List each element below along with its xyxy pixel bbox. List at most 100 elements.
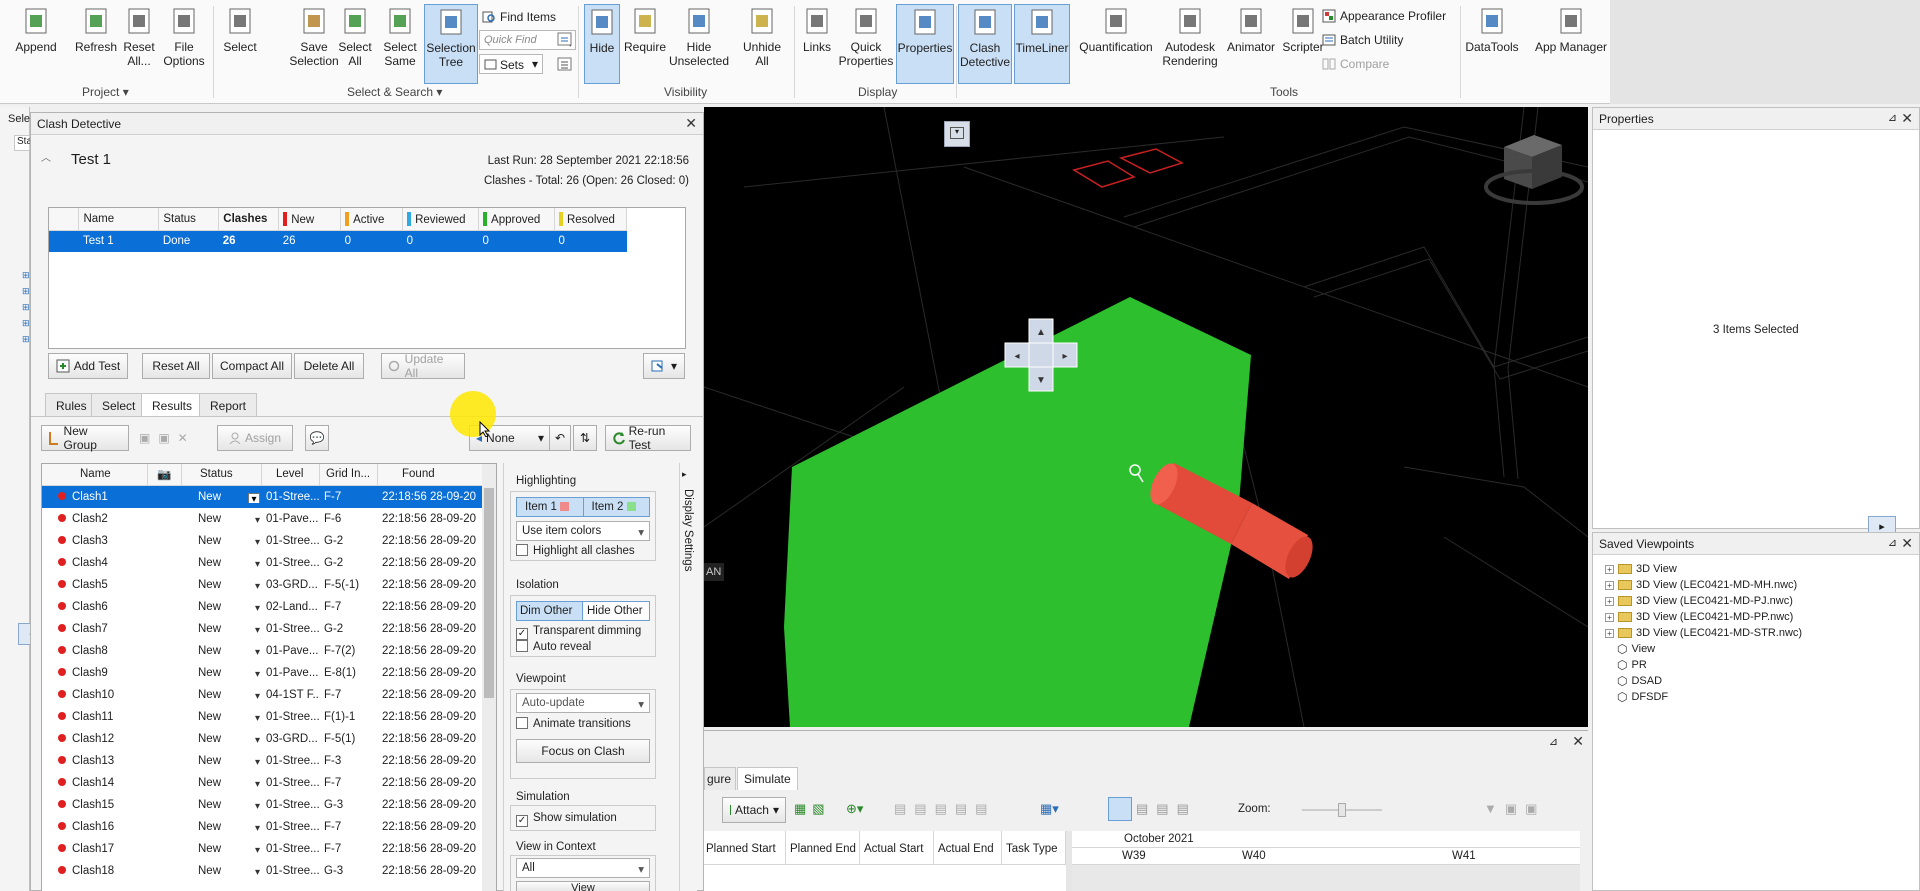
status-dropdown-icon[interactable]: ▾ — [255, 515, 260, 525]
quick-properties-button[interactable]: Quick Properties — [838, 4, 894, 84]
table-row[interactable]: Clash12 New ▾ 03-GRD... F-5(1) 22:18:56 28-09… — [42, 728, 496, 750]
collapse-icon[interactable]: ▸ — [682, 469, 687, 480]
zoom-slider-thumb[interactable] — [1338, 803, 1346, 817]
test-row-selector[interactable] — [49, 230, 79, 252]
results-scrollbar-thumb[interactable] — [484, 488, 494, 698]
expand-icon[interactable]: + — [1605, 612, 1614, 622]
status-dropdown-icon[interactable]: ▾ — [255, 581, 260, 591]
properties-button[interactable]: Properties — [896, 4, 954, 84]
tests-col-status[interactable]: Status — [158, 208, 220, 231]
viewpoint-item[interactable]: +3D View (LEC0421-MD-PP.nwc) — [1605, 609, 1802, 625]
hide-unselected-button[interactable]: Hide Unselected — [668, 4, 730, 84]
result-cell-status[interactable]: New ▾ — [182, 689, 262, 701]
result-cell-status[interactable]: New ▾ — [182, 755, 262, 767]
appearance-profiler-button[interactable]: Appearance Profiler — [1322, 9, 1446, 23]
col-task-type[interactable]: Task Type — [1002, 831, 1066, 865]
timeliner-button[interactable]: TimeLiner — [1014, 4, 1070, 84]
file-options-button[interactable]: File Options — [162, 4, 206, 84]
hierarchy-tools-icons[interactable]: ▤▤▤▤▤ — [894, 801, 995, 817]
item1-toggle[interactable]: Item 1 — [517, 498, 584, 516]
reset-all-button[interactable]: Reset All... — [118, 4, 160, 84]
table-row[interactable]: Clash18 New ▾ 01-Stree... G-3 22:18:56 28-09-… — [42, 860, 496, 882]
find-items-button[interactable]: Find Items — [482, 10, 556, 24]
add-test-button[interactable]: Add Test — [48, 353, 128, 379]
result-cell-status[interactable]: New ▾ — [182, 535, 262, 547]
transparent-dimming-checkbox[interactable]: ✓ Transparent dimming — [516, 625, 641, 640]
comment-icon[interactable]: 💬 — [305, 425, 329, 451]
result-cell-status[interactable]: New ▾ — [182, 733, 262, 745]
col-planned-end[interactable]: Planned End — [786, 831, 860, 864]
batch-utility-button[interactable]: Batch Utility — [1322, 33, 1403, 47]
item2-toggle[interactable]: Item 2 — [584, 498, 650, 516]
scripter-button[interactable]: Scripter — [1278, 4, 1328, 84]
status-dropdown-icon[interactable]: ▾ — [255, 669, 260, 679]
checkbox-unchecked[interactable] — [516, 640, 528, 652]
status-dropdown-icon[interactable]: ▾ — [255, 867, 260, 877]
checkbox-unchecked[interactable] — [516, 717, 528, 729]
viewpoint-item[interactable]: +3D View (LEC0421-MD-STR.nwc) — [1605, 625, 1802, 641]
status-dropdown-icon[interactable]: ▾ — [255, 713, 260, 723]
table-row[interactable]: Clash13 New ▾ 01-Stree... F-3 22:18:56 28-09-… — [42, 750, 496, 772]
compact-all-button[interactable]: Compact All — [212, 353, 292, 379]
app-manager-button[interactable]: App Manager — [1534, 4, 1608, 84]
update-all-button[interactable]: Update All — [381, 352, 465, 380]
tab-report[interactable]: Report — [199, 393, 258, 417]
gantt-view-icon[interactable] — [1108, 797, 1132, 821]
select-same-button[interactable]: Select Same — [378, 4, 422, 84]
result-cell-status[interactable]: New ▾ — [182, 491, 262, 503]
tests-col-name[interactable]: Name — [78, 208, 160, 231]
expand-icon[interactable]: + — [1605, 580, 1614, 590]
auto-reveal-checkbox[interactable]: Auto reveal — [516, 640, 591, 653]
gantt-body[interactable] — [1072, 865, 1580, 891]
import-export-button[interactable]: ▾ — [643, 353, 685, 379]
table-row[interactable]: Clash14 New ▾ 01-Stree... F-7 22:18:56 28-09-… — [42, 772, 496, 794]
group-select-search[interactable]: Select & Search ▾ — [347, 85, 442, 99]
close-icon[interactable]: ✕ — [1572, 733, 1584, 750]
viewpoint-item[interactable]: ⬡ PR — [1605, 657, 1802, 673]
results-scrollbar[interactable] — [482, 464, 496, 891]
export-icons[interactable]: ▼▣▣ — [1484, 801, 1545, 817]
status-dropdown-icon[interactable]: ▾ — [255, 691, 260, 701]
pin-icon[interactable]: ⊿ — [1888, 536, 1897, 549]
zoom-slider[interactable] — [1302, 803, 1382, 817]
viewpoint-item[interactable]: +3D View (LEC0421-MD-PJ.nwc) — [1605, 593, 1802, 609]
tab-configure[interactable]: gure — [704, 767, 737, 790]
expand-icon[interactable]: + — [1605, 564, 1614, 574]
table-row[interactable]: Clash1 New ▾ 01-Stree... F-7 22:18:56 28-09-2… — [42, 486, 496, 508]
rerun-test-button[interactable]: Re-run Test — [605, 424, 691, 452]
tests-col-new[interactable]: New — [278, 208, 342, 231]
assign-button[interactable]: Assign — [217, 425, 293, 451]
reset-all-button[interactable]: Reset All — [142, 353, 210, 379]
task-tools-icons[interactable]: ▦▧ — [794, 801, 831, 817]
status-dropdown-icon[interactable]: ▾ — [255, 845, 260, 855]
result-cell-status[interactable]: New ▾ — [182, 513, 262, 525]
table-row[interactable]: Clash17 New ▾ 01-Stree... F-7 22:18:56 28-09-… — [42, 838, 496, 860]
display-settings-tab[interactable]: ▸ Display Settings — [679, 463, 697, 891]
viewpoint-item[interactable]: +3D View — [1605, 561, 1802, 577]
result-cell-status[interactable]: New ▾ — [182, 601, 262, 613]
tests-col-approved[interactable]: Approved — [478, 208, 555, 231]
new-group-button[interactable]: New Group — [41, 424, 129, 452]
auto-add-icon[interactable]: ⊕▾ — [846, 801, 863, 817]
result-cell-status[interactable]: New ▾ — [182, 667, 262, 679]
status-dropdown-icon[interactable]: ▾ — [255, 559, 260, 569]
tab-results[interactable]: Results — [141, 393, 204, 417]
hide-other-button[interactable]: Hide Other — [583, 602, 649, 620]
collapse-up-icon[interactable]: ︿ — [41, 149, 51, 164]
close-icon[interactable]: ✕ — [685, 115, 697, 132]
status-dropdown-icon[interactable]: ▾ — [255, 625, 260, 635]
results-col-level[interactable]: Level — [262, 464, 320, 485]
require-button[interactable]: Require — [622, 4, 668, 84]
status-dropdown-icon[interactable]: ▾ — [255, 801, 260, 811]
results-col-found[interactable]: Found — [378, 464, 478, 485]
expand-icon[interactable]: + — [1605, 628, 1614, 638]
append-button[interactable]: Append — [10, 4, 62, 84]
table-row[interactable]: Clash16 New ▾ 01-Stree... F-7 22:18:56 28-09-… — [42, 816, 496, 838]
result-cell-status[interactable]: New ▾ — [182, 799, 262, 811]
close-icon[interactable]: ✕ — [1901, 535, 1913, 552]
manage-sets-icon[interactable] — [556, 55, 576, 75]
table-row[interactable]: Clash4 New ▾ 01-Stree... G-2 22:18:56 28-09-2… — [42, 552, 496, 574]
attach-button[interactable]: Attach ▾ — [722, 797, 786, 823]
result-cell-status[interactable]: New ▾ — [182, 711, 262, 723]
group-project[interactable]: Project ▾ — [82, 85, 129, 99]
